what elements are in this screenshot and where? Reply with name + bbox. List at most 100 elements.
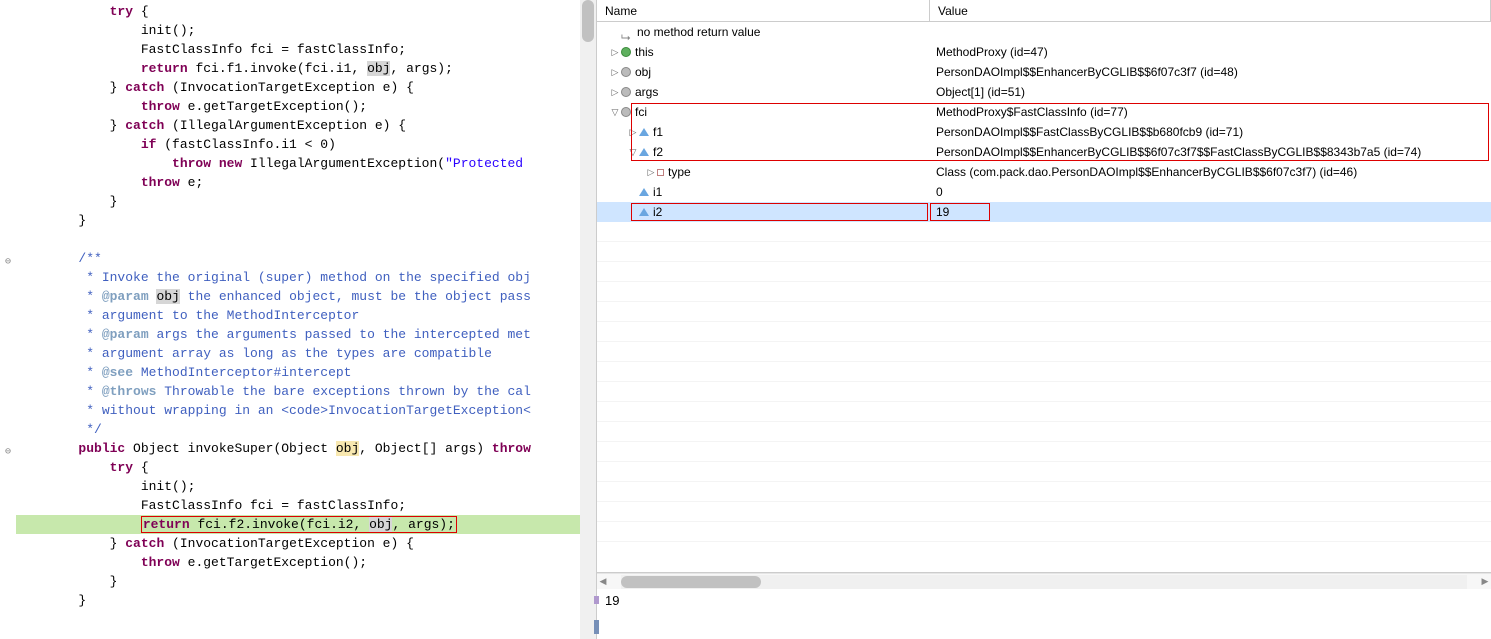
variable-row[interactable]: ▷f1PersonDAOImpl$$FastClassByCGLIB$$b680… (597, 122, 1491, 142)
code-line[interactable]: } (16, 211, 580, 230)
variable-row[interactable]: ▷ this MethodProxy (id=47) (597, 42, 1491, 62)
variables-header: Name Value (597, 0, 1491, 22)
variable-value: 19 (930, 202, 1491, 222)
code-line[interactable]: try { (16, 2, 580, 21)
code-line[interactable]: * argument to the MethodInterceptor (16, 306, 580, 325)
variable-name: f2 (653, 142, 663, 162)
empty-row (597, 482, 1491, 502)
empty-row (597, 502, 1491, 522)
code-line[interactable]: init(); (16, 21, 580, 40)
code-line[interactable]: } catch (InvocationTargetException e) { (16, 78, 580, 97)
code-line[interactable]: * @param obj the enhanced object, must b… (16, 287, 580, 306)
variable-name: i1 (653, 182, 662, 202)
code-line[interactable]: FastClassInfo fci = fastClassInfo; (16, 496, 580, 515)
horizontal-scrollbar[interactable]: ◀ ▶ (597, 573, 1491, 589)
code-area[interactable]: ⊖⊖ try { init(); FastClassInfo fci = fas… (0, 0, 580, 639)
code-line[interactable]: * @see MethodInterceptor#intercept (16, 363, 580, 382)
code-line[interactable]: try { (16, 458, 580, 477)
variable-row[interactable]: ▷typeClass (com.pack.dao.PersonDAOImpl$$… (597, 162, 1491, 182)
code-line[interactable]: } catch (IllegalArgumentException e) { (16, 116, 580, 135)
fold-gutter[interactable]: ⊖⊖ (0, 0, 16, 639)
empty-row (597, 402, 1491, 422)
variable-row[interactable]: ▷argsObject[1] (id=51) (597, 82, 1491, 102)
code-line[interactable]: throw e.getTargetException(); (16, 553, 580, 572)
variable-name: this (635, 42, 654, 62)
variable-name: fci (635, 102, 647, 122)
code-line[interactable]: throw e; (16, 173, 580, 192)
variable-row[interactable]: ▽ fci MethodProxy$FastClassInfo (id=77) (597, 102, 1491, 122)
code-line[interactable]: * without wrapping in an <code>Invocatio… (16, 401, 580, 420)
variable-row[interactable]: i2 19 (597, 202, 1491, 222)
empty-row (597, 462, 1491, 482)
code-line[interactable] (16, 230, 580, 249)
scroll-right-icon[interactable]: ▶ (1479, 576, 1491, 587)
variable-value: MethodProxy (id=47) (930, 42, 1491, 62)
empty-row (597, 322, 1491, 342)
code-line[interactable]: */ (16, 420, 580, 439)
empty-row (597, 242, 1491, 262)
expand-toggle-icon[interactable]: ▽ (627, 142, 639, 162)
code-line[interactable] (16, 610, 580, 629)
variable-row[interactable]: ▷objPersonDAOImpl$$EnhancerByCGLIB$$6f07… (597, 62, 1491, 82)
empty-row (597, 342, 1491, 362)
empty-row (597, 422, 1491, 442)
scrollbar-thumb[interactable] (582, 0, 594, 42)
no-return-value-row[interactable]: ⮡ no method return value (597, 22, 1491, 42)
variable-name: i2 (653, 202, 662, 222)
code-line[interactable]: * argument array as long as the types ar… (16, 344, 580, 363)
scrollbar-thumb[interactable] (621, 576, 761, 588)
code-line[interactable]: } (16, 572, 580, 591)
column-header-name[interactable]: Name (597, 0, 930, 21)
code-line[interactable]: } (16, 192, 580, 211)
variable-value: Object[1] (id=51) (930, 82, 1491, 102)
fold-toggle-icon[interactable]: ⊖ (3, 253, 13, 263)
expand-toggle-icon[interactable]: ▽ (609, 102, 621, 122)
variable-value: PersonDAOImpl$$EnhancerByCGLIB$$6f07c3f7… (930, 142, 1491, 162)
code-line[interactable]: public Object invokeSuper(Object obj, Ob… (16, 439, 580, 458)
expand-toggle-icon[interactable]: ▷ (609, 62, 621, 82)
this-object-icon (621, 47, 631, 57)
code-line[interactable]: return fci.f1.invoke(fci.i1, obj, args); (16, 59, 580, 78)
code-line[interactable]: FastClassInfo fci = fastClassInfo; (16, 40, 580, 59)
field-icon (639, 208, 649, 216)
variables-tree[interactable]: ⮡ no method return value ▷ this MethodProxy … (597, 22, 1491, 572)
code-line[interactable]: throw new IllegalArgumentException("Prot… (16, 154, 580, 173)
variable-detail-value[interactable]: 19 (597, 589, 1491, 639)
return-icon: ⮡ (621, 27, 633, 37)
column-header-value[interactable]: Value (930, 0, 1491, 21)
code-line[interactable]: } catch (InvocationTargetException e) { (16, 534, 580, 553)
code-line[interactable]: return fci.f2.invoke(fci.i2, obj, args); (16, 515, 580, 534)
expand-toggle-icon[interactable]: ▷ (645, 162, 657, 182)
empty-row (597, 522, 1491, 542)
variable-row[interactable]: ▽ f2 PersonDAOImpl$$EnhancerByCGLIB$$6f07c… (597, 142, 1491, 162)
code-line[interactable]: } (16, 591, 580, 610)
variables-panel: Name Value ⮡ no method return value ▷ this M… (597, 0, 1491, 639)
expand-toggle-icon[interactable]: ▷ (609, 42, 621, 62)
variables-detail-section: ◀ ▶ 19 (597, 572, 1491, 639)
field-icon (639, 148, 649, 156)
code-line[interactable]: init(); (16, 477, 580, 496)
no-return-label: no method return value (637, 22, 760, 42)
debugger-view: ⊖⊖ try { init(); FastClassInfo fci = fas… (0, 0, 1491, 639)
fold-toggle-icon[interactable]: ⊖ (3, 443, 13, 453)
code-line[interactable]: if (fastClassInfo.i1 < 0) (16, 135, 580, 154)
empty-row (597, 442, 1491, 462)
code-line[interactable]: throw e.getTargetException(); (16, 97, 580, 116)
field-icon (657, 169, 664, 176)
code-line[interactable]: * @param args the arguments passed to th… (16, 325, 580, 344)
code-line[interactable]: /** (16, 249, 580, 268)
local-var-icon (621, 87, 631, 97)
field-icon (639, 188, 649, 196)
empty-row (597, 282, 1491, 302)
variable-row[interactable]: i10 (597, 182, 1491, 202)
empty-row (597, 262, 1491, 282)
code-editor-panel: ⊖⊖ try { init(); FastClassInfo fci = fas… (0, 0, 597, 639)
expand-toggle-icon[interactable]: ▷ (609, 82, 621, 102)
empty-row (597, 362, 1491, 382)
variable-value: PersonDAOImpl$$EnhancerByCGLIB$$6f07c3f7… (930, 62, 1491, 82)
code-line[interactable]: * @throws Throwable the bare exceptions … (16, 382, 580, 401)
expand-toggle-icon[interactable]: ▷ (627, 122, 639, 142)
code-line[interactable]: * Invoke the original (super) method on … (16, 268, 580, 287)
variable-value: MethodProxy$FastClassInfo (id=77) (930, 102, 1491, 122)
variable-value: PersonDAOImpl$$FastClassByCGLIB$$b680fcb… (930, 122, 1491, 142)
